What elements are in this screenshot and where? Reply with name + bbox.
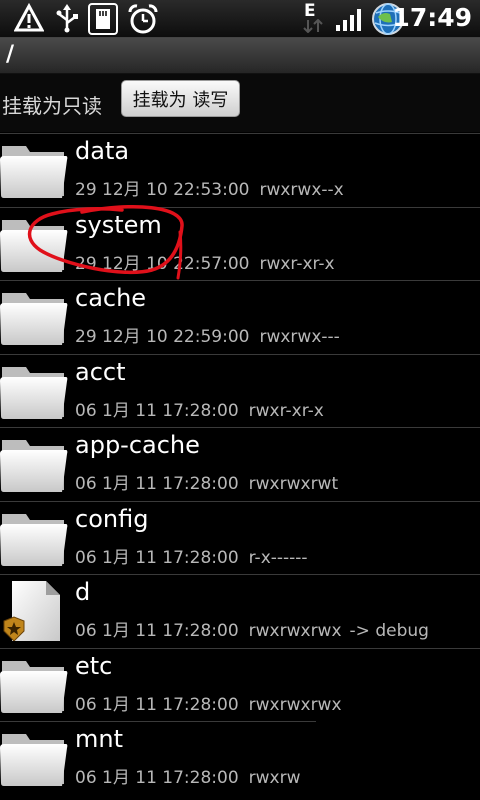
- folder-icon: [0, 660, 68, 713]
- status-bar: E 17:49: [0, 0, 480, 38]
- file-name: mnt: [75, 725, 123, 753]
- clock: 17:49: [392, 3, 472, 32]
- file-name: d: [75, 578, 91, 606]
- file-permissions: r-x------: [248, 547, 308, 568]
- file-permissions: rwxrwx---: [259, 327, 340, 347]
- folder-icon: [0, 219, 68, 272]
- mount-read-write-button[interactable]: 挂载为 读写: [121, 80, 240, 117]
- edge-data-icon: E: [300, 1, 326, 35]
- file-time: 06 1月 11 17:28:00: [75, 474, 239, 494]
- folder-icon: [0, 440, 68, 492]
- file-permissions: rwxrwxrwx: [248, 694, 342, 715]
- mount-bar: 挂载为只读: [0, 74, 480, 132]
- file-name: etc: [75, 651, 113, 680]
- file-name: system: [75, 210, 162, 239]
- mount-status-label: 挂载为只读: [2, 94, 102, 118]
- file-meta: 29 12月 10 22:57:00 rwxr-xr-x: [75, 249, 335, 274]
- file-name: cache: [75, 284, 147, 312]
- list-item-app-cache[interactable]: app-cache 06 1月 11 17:28:00 rwxrwxrwt: [0, 427, 480, 501]
- file-time: 06 1月 11 17:28:00: [75, 694, 239, 715]
- file-name: data: [75, 137, 130, 165]
- file-meta: 06 1月 11 17:28:00 rwxrwxrwx: [75, 690, 342, 715]
- file-permissions: rwxrwxrwt: [248, 474, 339, 494]
- file-meta: 06 1月 11 17:28:00 rwxrw: [75, 763, 301, 788]
- file-name: acct: [75, 357, 126, 386]
- file-time: 06 1月 11 17:28:00: [75, 400, 239, 421]
- sd-card-icon: [88, 3, 118, 35]
- folder-icon: [0, 293, 68, 345]
- usb-icon: [56, 4, 78, 33]
- list-item-config[interactable]: config 06 1月 11 17:28:00 r-x------: [0, 500, 480, 574]
- current-path: /: [6, 42, 15, 67]
- list-item-etc[interactable]: etc 06 1月 11 17:28:00 rwxrwxrwx: [0, 647, 480, 721]
- list-item-d[interactable]: d 06 1月 11 17:28:00 rwxrwxrwx -> debug: [0, 574, 480, 648]
- file-meta: 06 1月 11 17:28:00 rwxrwxrwx -> debug: [75, 616, 429, 641]
- file-permissions: rwxr-xr-x: [259, 253, 335, 274]
- file-permissions: rwxr-xr-x: [248, 400, 324, 421]
- warning-icon: [14, 3, 44, 32]
- folder-icon: [0, 366, 68, 419]
- file-permissions: rwxrwxrwx: [248, 621, 342, 641]
- signal-icon: [336, 9, 361, 31]
- file-time: 06 1月 11 17:28:00: [75, 547, 239, 568]
- network-label: E: [304, 1, 316, 21]
- symlink-file-icon: [3, 581, 60, 641]
- list-item-cache[interactable]: cache 29 12月 10 22:59:00 rwxrwx---: [0, 280, 480, 354]
- file-name: app-cache: [75, 431, 200, 459]
- alarm-icon: [128, 4, 158, 34]
- screenshot-crop-overlay: [316, 720, 480, 800]
- file-time: 29 12月 10 22:59:00: [75, 327, 250, 347]
- file-meta: 06 1月 11 17:28:00 rwxrwxrwt: [75, 469, 338, 494]
- list-item-acct[interactable]: acct 06 1月 11 17:28:00 rwxr-xr-x: [0, 353, 480, 427]
- file-permissions: rwxrwx--x: [259, 180, 344, 200]
- file-time: 29 12月 10 22:57:00: [75, 253, 250, 274]
- symlink-target: -> debug: [349, 621, 429, 641]
- list-item-system[interactable]: system 29 12月 10 22:57:00 rwxr-xr-x: [0, 206, 480, 280]
- file-time: 29 12月 10 22:53:00: [75, 180, 250, 200]
- folder-icon: [0, 146, 68, 198]
- file-time: 06 1月 11 17:28:00: [75, 621, 239, 641]
- file-meta: 06 1月 11 17:28:00 rwxr-xr-x: [75, 396, 324, 421]
- list-item-data[interactable]: data 29 12月 10 22:53:00 rwxrwx--x: [0, 133, 480, 207]
- file-list[interactable]: data 29 12月 10 22:53:00 rwxrwx--x system …: [0, 133, 480, 800]
- file-permissions: rwxrw: [248, 768, 301, 788]
- file-meta: 29 12月 10 22:59:00 rwxrwx---: [75, 322, 340, 347]
- file-meta: 06 1月 11 17:28:00 r-x------: [75, 543, 308, 568]
- file-name: config: [75, 504, 149, 533]
- folder-icon: [0, 734, 68, 786]
- folder-icon: [0, 513, 68, 566]
- path-bar: /: [0, 38, 480, 74]
- file-meta: 29 12月 10 22:53:00 rwxrwx--x: [75, 175, 344, 200]
- file-time: 06 1月 11 17:28:00: [75, 768, 239, 788]
